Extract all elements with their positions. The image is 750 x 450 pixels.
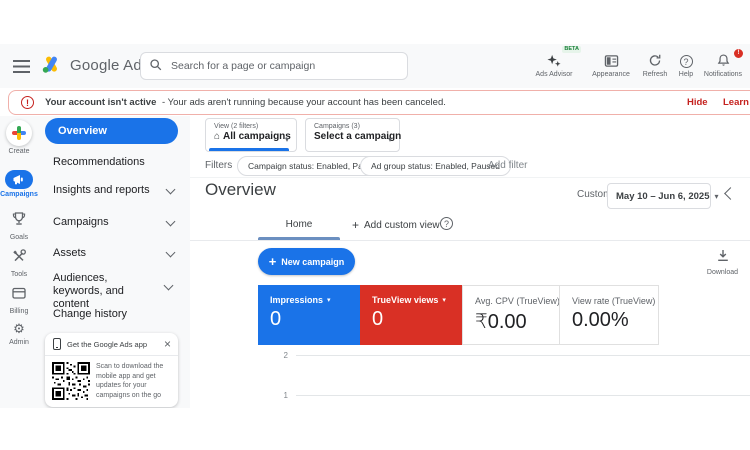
wallet-icon <box>0 285 38 306</box>
bell-icon: ! <box>700 48 746 68</box>
close-icon[interactable]: × <box>164 337 171 351</box>
caret-icon: ▾ <box>387 135 392 144</box>
active-view-underline <box>209 148 289 151</box>
download-icon <box>700 249 745 267</box>
search-icon <box>150 59 162 71</box>
account-alert-banner: ! Your account isn't active - Your ads a… <box>8 90 750 115</box>
nav-item-assets[interactable]: Assets <box>45 247 186 259</box>
rail-item-tools[interactable]: Tools <box>0 248 38 278</box>
add-filter-button[interactable]: Add filter <box>488 160 527 171</box>
new-campaign-button[interactable]: + New campaign <box>258 248 355 275</box>
chart-y-tick: 1 <box>283 391 288 400</box>
mobile-app-promo-card: Get the Google Ads app × Scan to downloa… <box>45 333 178 407</box>
gear-icon: ⚙ <box>13 321 25 336</box>
scorecard-value: 0 <box>270 308 282 330</box>
tools-icon <box>0 248 38 269</box>
rail-item-campaigns[interactable]: Campaigns <box>0 170 38 198</box>
page-title: Overview <box>205 180 276 199</box>
view-selector[interactable]: View (2 filters) ⌂ All campaigns ▾ <box>205 118 297 152</box>
nav-item-audiences-keywords-content[interactable]: Audiences, keywords, and content <box>45 272 178 311</box>
global-search <box>140 52 408 80</box>
scorecard-impressions[interactable]: Impressions ▾ 0 <box>258 285 360 345</box>
caret-icon: ▾ <box>327 297 331 304</box>
chevron-down-icon <box>165 216 176 227</box>
scorecard-avg-cpv: Avg. CPV (TrueView) ₹0.00 <box>462 285 560 345</box>
help-icon: ? <box>679 55 693 68</box>
plus-icon: + <box>352 218 360 232</box>
chart-gridline <box>296 355 750 356</box>
notifications-button[interactable]: ! Notifications <box>700 48 746 78</box>
scorecard-view-rate: View rate (TrueView) 0.00% <box>559 285 659 345</box>
google-ads-logo[interactable]: Google Ads <box>40 54 150 76</box>
notification-alert-badge: ! <box>733 48 744 59</box>
sparkle-icon: BETA <box>531 46 581 68</box>
nav-item-insights-and-reports[interactable]: Insights and reports <box>45 184 186 196</box>
scorecard-value: 0.00% <box>572 309 629 331</box>
chart-gridline <box>296 395 750 396</box>
appearance-icon <box>587 52 635 68</box>
banner-learn-more-link[interactable]: Learn more <box>723 97 750 108</box>
nav-item-overview[interactable]: Overview <box>45 118 178 144</box>
chevron-down-icon <box>165 247 176 258</box>
scorecard-trueview-views[interactable]: TrueView views ▾ 0 <box>360 285 462 345</box>
tabs-divider <box>190 240 750 241</box>
alert-icon: ! <box>21 96 34 109</box>
caret-icon: ▾ <box>714 191 719 201</box>
caret-icon: ▾ <box>284 135 289 144</box>
banner-hide-link[interactable]: Hide <box>687 97 708 108</box>
filters-label: Filters <box>205 160 233 171</box>
home-icon: ⌂ <box>214 131 221 142</box>
promo-body-text: Scan to download the mobile app and get … <box>96 363 164 399</box>
help-button[interactable]: ? Help <box>673 52 699 78</box>
top-app-bar: Google Ads BETA Ads Advisor <box>0 44 750 88</box>
ads-advisor-button[interactable]: BETA Ads Advisor <box>531 46 581 78</box>
trophy-icon <box>0 211 38 232</box>
caret-icon: ▾ <box>442 297 446 304</box>
phone-icon <box>53 338 61 350</box>
chevron-down-icon <box>165 184 176 195</box>
rail-item-create[interactable]: Create <box>0 120 38 155</box>
scorecard-value: 0 <box>372 308 384 330</box>
section-divider <box>190 177 750 178</box>
chevron-down-icon <box>163 280 174 291</box>
scorecard-value: ₹0.00 <box>475 311 527 333</box>
nav-item-change-history[interactable]: Change history <box>45 308 186 320</box>
promo-title: Get the Google Ads app <box>67 340 148 349</box>
help-icon: ? <box>440 217 453 230</box>
custom-view-help-button[interactable]: ? <box>440 217 453 230</box>
screenshot-canvas: Google Ads BETA Ads Advisor <box>0 0 750 450</box>
tab-home[interactable]: Home <box>258 219 340 230</box>
megaphone-icon <box>5 170 33 189</box>
appearance-button[interactable]: Appearance <box>587 52 635 78</box>
brand-text: Google Ads <box>70 56 150 74</box>
plus-icon: + <box>268 254 277 269</box>
rail-item-goals[interactable]: Goals <box>0 211 38 241</box>
active-tab-underline <box>258 237 340 240</box>
campaign-selector[interactable]: Campaigns (3) Select a campaign ▾ <box>305 118 401 152</box>
create-plus-icon <box>6 120 32 146</box>
qr-code <box>52 362 90 405</box>
download-button[interactable]: Download <box>700 249 745 276</box>
banner-title: Your account isn't active <box>45 97 157 108</box>
nav-item-campaigns[interactable]: Campaigns <box>45 216 186 228</box>
banner-message: - Your ads aren't running because your a… <box>162 97 446 108</box>
rail-item-billing[interactable]: Billing <box>0 285 38 315</box>
rail-item-admin[interactable]: ⚙ Admin <box>0 321 38 346</box>
refresh-button[interactable]: Refresh <box>639 52 671 78</box>
google-ads-logo-mark <box>40 54 63 76</box>
beta-badge: BETA <box>562 46 581 53</box>
date-range-picker[interactable]: May 10 – Jun 6, 2025 ▾ <box>607 183 719 209</box>
add-custom-view-button[interactable]: + Add custom view <box>352 218 440 232</box>
nav-item-recommendations[interactable]: Recommendations <box>45 156 186 168</box>
menu-icon[interactable] <box>13 60 30 73</box>
search-input[interactable] <box>169 54 403 78</box>
collapse-chevron-icon[interactable] <box>724 187 737 200</box>
refresh-icon <box>639 52 671 68</box>
google-ads-app-window: Google Ads BETA Ads Advisor <box>0 44 750 408</box>
chart-y-tick: 2 <box>283 351 288 360</box>
